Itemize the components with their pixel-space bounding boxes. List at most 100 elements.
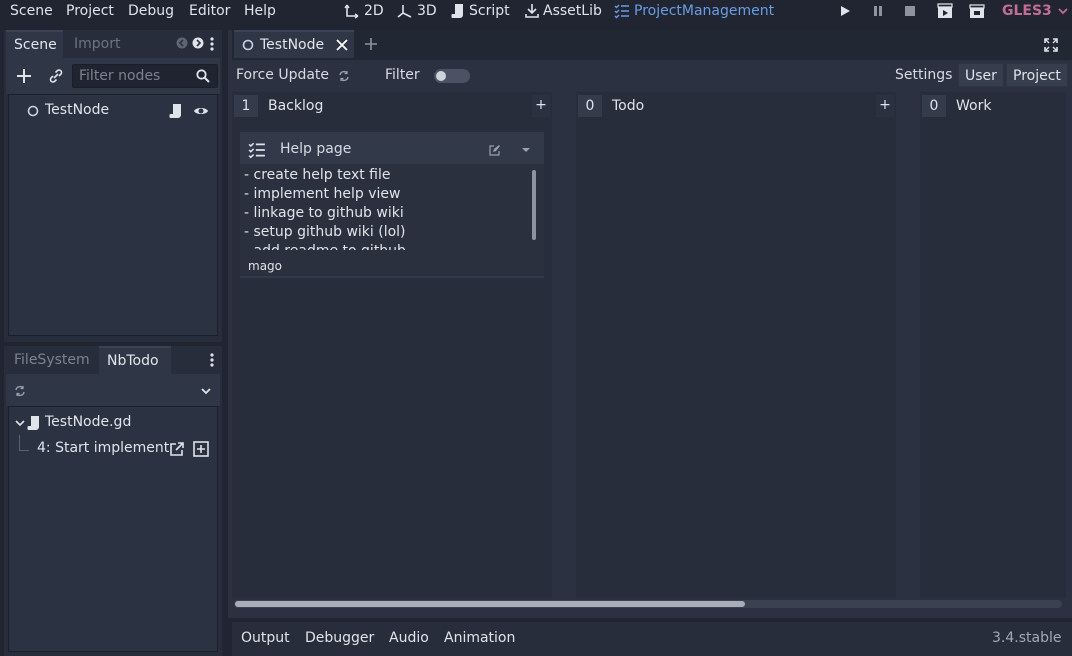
tab-nbtodo[interactable]: NbTodo <box>99 346 171 374</box>
card-line: - linkage to github wiki <box>244 205 404 221</box>
workspace-projectmanagement-label: ProjectManagement <box>634 3 775 19</box>
kanban-toolbar: Force Update Filter Settings User Projec… <box>232 62 1072 90</box>
edit-icon[interactable] <box>489 144 501 156</box>
play-scene-icon[interactable] <box>936 2 954 20</box>
script-icon[interactable] <box>169 103 183 119</box>
workspace-script-button[interactable]: Script <box>451 1 510 21</box>
tab-output[interactable]: Output <box>241 630 290 646</box>
play-icon[interactable] <box>836 2 854 20</box>
kanban-column-todo: 0 Todo + <box>576 92 896 598</box>
filter-label: Filter <box>385 67 420 83</box>
card-scrollbar[interactable] <box>532 170 536 240</box>
workspace-3d-button[interactable]: 3D <box>397 1 437 21</box>
tree-item-label: 4: Start implement <box>37 440 170 456</box>
tab-filesystem[interactable]: FileSystem <box>6 346 98 374</box>
user-button[interactable]: User <box>958 63 1004 87</box>
menu-help[interactable]: Help <box>244 1 276 21</box>
tab-animation[interactable]: Animation <box>444 630 515 646</box>
checklist-icon <box>248 141 266 159</box>
external-link-icon[interactable] <box>169 441 185 457</box>
toggle-knob <box>436 71 446 81</box>
menu-project[interactable]: Project <box>66 1 114 21</box>
play-custom-scene-icon[interactable] <box>968 2 986 20</box>
script-icon <box>451 3 465 19</box>
kebab-menu-icon[interactable] <box>210 353 214 367</box>
tab-audio[interactable]: Audio <box>389 630 429 646</box>
card-text: - create help text file - implement help… <box>244 166 532 250</box>
tree-item-label: TestNode.gd <box>45 414 132 430</box>
workspace-2d-button[interactable]: 2D <box>344 1 384 21</box>
scrollbar-thumb[interactable] <box>235 601 745 607</box>
column-count: 0 <box>578 95 602 117</box>
card-author: mago <box>248 259 283 273</box>
scene-tree: TestNode <box>8 94 218 336</box>
link-icon[interactable] <box>48 68 64 84</box>
force-update-button[interactable]: Force Update <box>236 67 329 83</box>
card-content: - create help text file - implement help… <box>240 164 544 276</box>
tab-testnode[interactable]: TestNode <box>234 30 354 58</box>
chevron-down-icon[interactable] <box>520 146 532 154</box>
bottom-panel-bar: Output Debugger Audio Animation 3.4.stab… <box>232 622 1072 656</box>
download-icon <box>525 3 539 19</box>
kebab-menu-icon[interactable] <box>210 37 214 51</box>
checklist-icon <box>614 3 630 19</box>
column-count: 0 <box>922 95 946 117</box>
tab-import[interactable]: Import <box>66 30 128 58</box>
close-icon[interactable] <box>336 39 348 51</box>
tab-debugger[interactable]: Debugger <box>305 630 374 646</box>
stop-icon[interactable] <box>901 2 919 20</box>
refresh-icon[interactable] <box>14 385 26 397</box>
workspace-3d-label: 3D <box>417 3 437 19</box>
refresh-icon[interactable] <box>338 70 350 82</box>
workspace-script-label: Script <box>469 3 510 19</box>
add-square-icon[interactable] <box>193 441 209 457</box>
workspace-assetlib-button[interactable]: AssetLib <box>525 1 602 21</box>
2d-transform-icon <box>344 3 360 19</box>
filter-toggle[interactable] <box>434 69 470 83</box>
kanban-column-backlog: 1 Backlog + Help page - create help text… <box>232 92 552 598</box>
tree-item[interactable]: TestNode.gd <box>9 411 217 435</box>
card-line: - implement help view <box>244 186 401 202</box>
pause-icon[interactable] <box>869 2 887 20</box>
filesystem-dock: FileSystem NbTodo TestNode.gd 4: Start i… <box>4 346 222 656</box>
renderer-label: GLES3 <box>1002 3 1052 19</box>
chevron-down-icon <box>1057 6 1069 16</box>
tab-next-icon[interactable] <box>192 37 204 49</box>
card-line: - create help text file <box>244 167 391 183</box>
menu-bar: Scene Project Debug Editor Help 2D 3D Sc… <box>0 0 1072 22</box>
menu-debug[interactable]: Debug <box>128 1 174 21</box>
chevron-down-icon[interactable] <box>15 419 25 427</box>
menu-scene[interactable]: Scene <box>10 1 53 21</box>
tree-item[interactable]: TestNode <box>9 99 217 123</box>
column-count: 1 <box>234 95 258 117</box>
project-button[interactable]: Project <box>1006 63 1068 87</box>
workspace-assetlib-label: AssetLib <box>543 3 602 19</box>
scene-dock: Scene Import Filter nodes TestNode <box>4 30 222 342</box>
nbtodo-toolbar <box>6 374 220 406</box>
workspace-projectmanagement-button[interactable]: ProjectManagement <box>614 1 774 21</box>
renderer-select[interactable]: GLES3 <box>1002 1 1069 21</box>
add-tab-icon[interactable] <box>364 37 378 51</box>
script-icon <box>27 415 41 431</box>
card-line: - add readme to github <box>244 242 532 250</box>
column-title: Work <box>956 98 992 114</box>
menu-editor[interactable]: Editor <box>189 1 230 21</box>
add-node-icon[interactable] <box>16 68 32 84</box>
kanban-board: 1 Backlog + Help page - create help text… <box>232 92 1066 598</box>
tab-prev-icon[interactable] <box>176 37 188 49</box>
todo-tree: TestNode.gd 4: Start implement <box>8 406 218 652</box>
node-icon <box>27 105 39 117</box>
add-card-button[interactable]: + <box>876 95 894 117</box>
chevron-down-icon[interactable] <box>200 386 212 396</box>
horizontal-scrollbar[interactable] <box>234 600 1062 608</box>
tab-scene[interactable]: Scene <box>6 30 63 58</box>
card-line: - setup github wiki (lol) <box>244 224 406 240</box>
fullscreen-icon[interactable] <box>1044 38 1058 52</box>
add-card-button[interactable]: + <box>532 95 550 117</box>
kanban-card[interactable]: Help page - create help text file - impl… <box>240 132 544 278</box>
tree-item[interactable]: 4: Start implement <box>9 437 217 461</box>
settings-label: Settings <box>895 67 953 83</box>
kanban-column-work: 0 Work <box>920 92 1066 598</box>
3d-transform-icon <box>397 3 413 19</box>
visibility-eye-icon[interactable] <box>193 104 209 118</box>
